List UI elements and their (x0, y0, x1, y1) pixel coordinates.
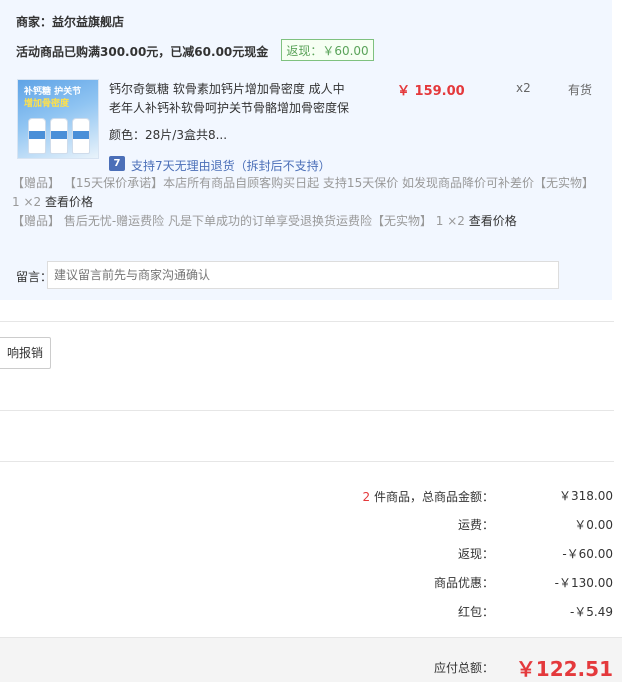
seven-day-return-icon: 7 (109, 156, 125, 171)
note-input[interactable] (47, 261, 559, 289)
bottle-image (50, 118, 68, 154)
gift-row: 【赠品】 售后无忧-赠运费险 凡是下单成功的订单享受退换货运费险【无实物】 1 … (12, 212, 602, 231)
thumbnail-caption-2: 增加骨密度 (24, 99, 70, 109)
product-title-line-2[interactable]: 老年人补钙补软骨呵护关节骨骼增加骨密度保 (109, 99, 349, 116)
view-price-link[interactable]: 查看价格 (469, 214, 517, 228)
total-label: 应付总额： (433, 661, 494, 675)
discount-label: 商品优惠： (433, 576, 494, 590)
shipping-amount: ￥0.00 (574, 518, 613, 532)
item-count: 2 (362, 490, 371, 504)
product-price: ￥ 159.00 (397, 84, 465, 99)
goods-amount: ￥318.00 (559, 489, 613, 503)
red-packet-amount: -￥5.49 (569, 605, 613, 619)
bottle-image (28, 118, 46, 154)
gift-tag: 【赠品】 (12, 176, 61, 190)
divider (0, 410, 614, 411)
item-count-label: 2 件商品，总商品金额： (363, 488, 494, 505)
shipping-label: 运费： (457, 518, 494, 532)
rebate-amount: -￥60.00 (562, 547, 613, 561)
view-price-link[interactable]: 查看价格 (45, 195, 93, 209)
item-count-text: 件商品，总商品金额： (373, 490, 494, 504)
product-title-line-1[interactable]: 钙尔奇氨糖 软骨素加钙片增加骨密度 成人中 (109, 80, 345, 97)
invoice-button[interactable]: 响报销 (0, 337, 51, 369)
seller-name: 商家：益尔益旗舰店 (16, 15, 125, 29)
gift-tag: 【赠品】 (12, 214, 61, 228)
product-quantity: x2 (516, 81, 531, 95)
bottle-image (72, 118, 90, 154)
return-policy-link[interactable]: 支持7天无理由退货（拆封后不支持） (131, 157, 331, 174)
promotion-text: 活动商品已购满300.00元，已减60.00元现金 (16, 45, 269, 59)
gift-text: 售后无忧-赠运费险 凡是下单成功的订单享受退换货运费险【无实物】 1 ×2 (63, 214, 465, 228)
rebate-label: 返现： (457, 547, 494, 561)
product-spec: 颜色：28片/3盒共8... (109, 128, 228, 142)
product-thumbnail[interactable]: 补钙糖 护关节 增加骨密度 (17, 79, 99, 159)
rebate-badge: 返现：￥60.00 (281, 39, 374, 61)
stock-status: 有货 (568, 83, 593, 97)
divider (0, 461, 614, 462)
divider (0, 321, 614, 322)
total-amount: ￥122.51 (515, 657, 613, 681)
red-packet-label: 红包： (457, 605, 494, 619)
gift-row: 【赠品】 【15天保价承诺】本店所有商品自顾客购买日起 支持15天保价 如发现商… (12, 174, 602, 212)
gift-text: 【15天保价承诺】本店所有商品自顾客购买日起 支持15天保价 如发现商品降价可补… (12, 176, 595, 209)
discount-amount: -￥130.00 (554, 576, 613, 590)
